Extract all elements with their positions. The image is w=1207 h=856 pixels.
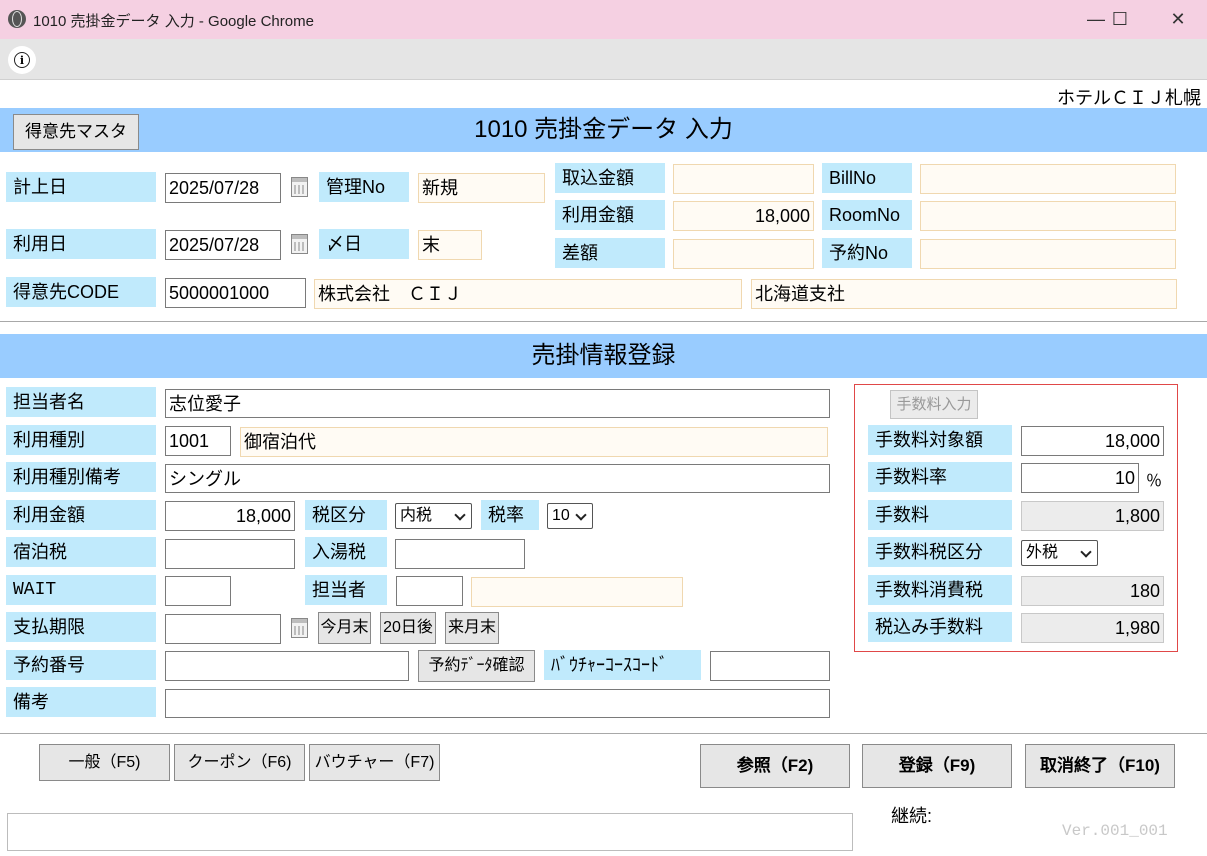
coupon-f6-button[interactable]: クーポン（F6) <box>174 744 305 781</box>
fee-tax-type-label: 手数料税区分 <box>868 537 1012 567</box>
customer-master-button[interactable]: 得意先マスタ <box>13 114 139 150</box>
hotel-name: ホテルＣＩＪ札幌 <box>1057 88 1201 108</box>
close-day-field: 末 <box>418 230 482 260</box>
record-date-input[interactable]: 2025/07/28 <box>165 173 281 203</box>
fee-tax-field: 180 <box>1021 576 1164 606</box>
calendar-icon[interactable] <box>291 177 308 197</box>
use-date-input[interactable]: 2025/07/28 <box>165 230 281 260</box>
fee-input-button[interactable]: 手数料入力 <box>890 390 978 419</box>
address-bar: i <box>0 39 1207 80</box>
maximize-button[interactable]: ☐ <box>1097 0 1143 39</box>
voucher-code-label: ﾊﾞｳﾁｬｰｺｰｽｺｰﾄﾞ <box>544 650 701 680</box>
fee-total-label: 税込み手数料 <box>868 612 1012 642</box>
import-amount-field <box>673 164 814 194</box>
close-day-label: 〆日 <box>319 229 409 259</box>
person-name-field <box>471 577 683 607</box>
close-button[interactable]: ✕ <box>1155 0 1201 39</box>
bath-tax-input[interactable] <box>395 539 525 569</box>
note-input[interactable] <box>165 689 830 718</box>
fee-rate-input[interactable]: 10 <box>1021 463 1139 493</box>
mgmt-no-label: 管理No <box>319 172 409 202</box>
tax-rate-select[interactable]: 10 <box>547 503 593 529</box>
section-title: 売掛情報登録 <box>0 334 1207 378</box>
fee-rate-label: 手数料率 <box>868 462 1012 492</box>
diff-label: 差額 <box>555 238 665 268</box>
window-titlebar: 1010 売掛金データ 入力 - Google Chrome — ☐ ✕ <box>0 0 1207 39</box>
window-title: 1010 売掛金データ 入力 - Google Chrome <box>33 13 314 30</box>
wait-input[interactable] <box>165 576 231 606</box>
fee-label: 手数料 <box>868 500 1012 530</box>
customer-code-input[interactable]: 5000001000 <box>165 278 306 308</box>
use-type-note-label: 利用種別備考 <box>6 462 156 492</box>
bath-tax-label: 入湯税 <box>305 537 387 567</box>
staff-name-input[interactable]: 志位愛子 <box>165 389 830 418</box>
fee-tax-label: 手数料消費税 <box>868 575 1012 605</box>
next-month-end-button[interactable]: 来月末 <box>445 612 499 644</box>
fee-target-label: 手数料対象額 <box>868 425 1012 455</box>
mgmt-no-field: 新規 <box>418 173 545 203</box>
pay-deadline-input[interactable] <box>165 614 281 644</box>
wait-label: WAIT <box>6 575 156 605</box>
reserve-data-check-button[interactable]: 予約ﾃﾞｰﾀ確認 <box>418 650 535 682</box>
status-message-box <box>7 813 853 851</box>
percent-unit: ％ <box>1146 473 1163 490</box>
globe-icon <box>8 10 26 28</box>
fee-total-field: 1,980 <box>1021 613 1164 643</box>
reserve-number-input[interactable] <box>165 651 409 681</box>
diff-field <box>673 239 814 269</box>
after-20-days-button[interactable]: 20日後 <box>380 612 436 644</box>
staff-name-label: 担当者名 <box>6 387 156 417</box>
version-label: Ver.001_001 <box>1062 822 1168 840</box>
cancel-exit-f10-button[interactable]: 取消終了（F10) <box>1025 744 1175 788</box>
calendar-icon[interactable] <box>291 234 308 254</box>
reserve-no-label: 予約No <box>822 238 912 268</box>
bill-no-field <box>920 164 1176 194</box>
general-f5-button[interactable]: 一般（F5) <box>39 744 170 781</box>
fee-tax-type-select[interactable]: 外税 <box>1021 540 1098 566</box>
voucher-code-input[interactable] <box>710 651 830 681</box>
customer-code-label: 得意先CODE <box>6 277 156 307</box>
divider <box>0 321 1207 322</box>
register-f9-button[interactable]: 登録（F9) <box>862 744 1012 788</box>
room-no-label: RoomNo <box>822 200 912 230</box>
bill-no-label: BillNo <box>822 163 912 193</box>
amount-input[interactable]: 18,000 <box>165 501 295 531</box>
use-type-label: 利用種別 <box>6 425 156 455</box>
voucher-f7-button[interactable]: バウチャー（F7) <box>309 744 440 781</box>
tax-type-select[interactable]: 内税 <box>395 503 472 529</box>
continue-label: 継続: <box>891 806 933 826</box>
record-date-label: 計上日 <box>6 172 156 202</box>
site-info-button[interactable]: i <box>8 46 36 74</box>
this-month-end-button[interactable]: 今月末 <box>318 612 371 644</box>
reference-f2-button[interactable]: 参照（F2) <box>700 744 850 788</box>
divider <box>0 733 1207 734</box>
fee-field: 1,800 <box>1021 501 1164 531</box>
calendar-icon[interactable] <box>291 618 308 638</box>
note-label: 備考 <box>6 687 156 717</box>
use-type-note-input[interactable]: シングル <box>165 464 830 493</box>
reserve-number-label: 予約番号 <box>6 650 156 680</box>
page-title: 1010 売掛金データ 入力 <box>0 108 1207 152</box>
reserve-no-field <box>920 239 1176 269</box>
info-icon: i <box>14 52 30 68</box>
person-label: 担当者 <box>305 575 387 605</box>
person-code-input[interactable] <box>396 576 463 606</box>
use-amount-label: 利用金額 <box>555 200 665 230</box>
amount-label: 利用金額 <box>6 500 156 530</box>
fee-target-input[interactable]: 18,000 <box>1021 426 1164 456</box>
use-type-code-input[interactable]: 1001 <box>165 426 231 456</box>
import-amount-label: 取込金額 <box>555 163 665 193</box>
tax-type-label: 税区分 <box>305 500 387 530</box>
customer-name-field: 株式会社 ＣＩＪ <box>314 279 742 309</box>
room-no-field <box>920 201 1176 231</box>
use-type-name-field: 御宿泊代 <box>240 427 828 457</box>
use-date-label: 利用日 <box>6 229 156 259</box>
use-amount-field: 18,000 <box>673 201 814 231</box>
lodging-tax-label: 宿泊税 <box>6 537 156 567</box>
tax-rate-label: 税率 <box>481 500 539 530</box>
pay-deadline-label: 支払期限 <box>6 612 156 642</box>
customer-branch-field: 北海道支社 <box>751 279 1177 309</box>
lodging-tax-input[interactable] <box>165 539 295 569</box>
